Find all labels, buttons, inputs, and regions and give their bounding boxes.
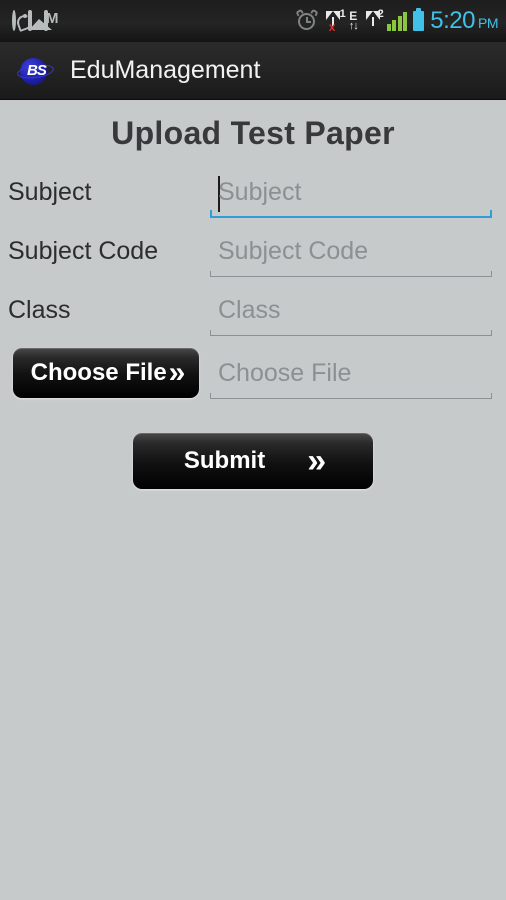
alarm-clock-icon (295, 8, 319, 32)
status-bar: 1 x E ↑↓ 2 5:20PM (0, 0, 506, 42)
subject-code-placeholder: Subject Code (218, 237, 369, 265)
choose-file-placeholder: Choose File (218, 359, 352, 387)
double-chevron-right-icon: » (168, 356, 186, 389)
sim1-no-service-icon: x (328, 20, 336, 34)
choose-file-underline (210, 393, 492, 399)
subject-code-underline (210, 271, 492, 277)
form-row-choose-file: Choose File » Choose File (0, 343, 506, 405)
upload-test-paper-form: Subject Subject Subject Code Subject Cod… (0, 166, 506, 489)
gmail-icon (44, 10, 48, 31)
subject-code-label: Subject Code (8, 237, 159, 265)
status-bar-clock: 5:20 PM (430, 7, 498, 35)
logo-monogram: BS (27, 61, 47, 79)
clock-time: 5:20 (430, 7, 475, 34)
page-title: Upload Test Paper (111, 115, 395, 151)
submit-button-label: Submit (183, 447, 266, 474)
sim1-label: 1 (339, 8, 346, 20)
class-input[interactable]: Class (210, 292, 492, 336)
choose-file-button-label: Choose File (30, 359, 167, 386)
form-row-subject-code: Subject Code Subject Code (0, 225, 506, 284)
signal-bars-icon (386, 11, 408, 31)
app-title: EduManagement (70, 56, 261, 84)
subject-underline (210, 210, 492, 218)
sim2-label: 2 (377, 8, 384, 20)
subject-input[interactable]: Subject (210, 174, 492, 218)
gallery-icon (28, 10, 32, 31)
subject-placeholder: Subject (218, 178, 302, 206)
data-transfer-arrows-icon: ↑↓ (348, 20, 359, 32)
double-chevron-right-icon: » (307, 442, 326, 480)
subject-label: Subject (8, 178, 92, 206)
choose-file-input[interactable]: Choose File (210, 355, 492, 399)
whatsapp-icon (12, 10, 16, 31)
submit-button[interactable]: Submit » (133, 433, 373, 489)
class-underline (210, 330, 492, 336)
app-bar: BS EduManagement (0, 42, 506, 100)
sim2-signal-icon: 2 (364, 8, 384, 32)
phone-screen: 1 x E ↑↓ 2 5:20PM BS EduManagement Uploa (0, 0, 506, 900)
choose-file-button[interactable]: Choose File » (13, 348, 199, 398)
subject-code-input[interactable]: Subject Code (210, 233, 492, 277)
sim1-signal-icon: 1 x (324, 8, 346, 34)
form-row-class: Class Class (0, 284, 506, 343)
submit-row: Submit » (0, 433, 506, 489)
class-label: Class (8, 296, 71, 324)
status-bar-notifications (12, 10, 48, 31)
status-bar-system: 1 x E ↑↓ 2 5:20 PM (295, 7, 499, 35)
network-type-icon: E ↑↓ (348, 10, 359, 32)
battery-icon (413, 8, 425, 31)
main-content: Upload Test Paper Subject Subject Subjec… (0, 100, 506, 900)
edumanagement-logo-icon[interactable]: BS (16, 56, 55, 86)
clock-period: PM (478, 15, 499, 31)
class-placeholder: Class (218, 296, 281, 324)
form-row-subject: Subject Subject (0, 166, 506, 225)
